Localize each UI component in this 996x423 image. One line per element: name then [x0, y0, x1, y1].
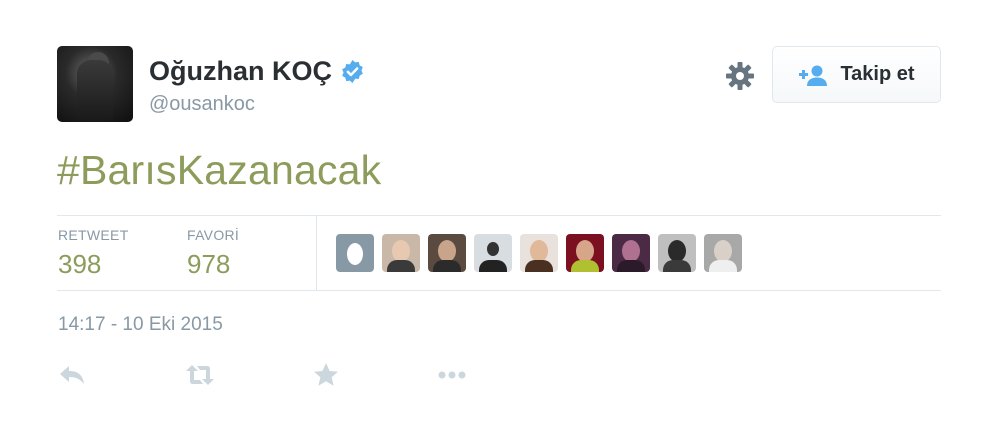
favorite-star-icon[interactable] — [311, 362, 341, 388]
gear-icon[interactable] — [724, 60, 756, 92]
more-icon[interactable] — [437, 362, 467, 388]
favorite-count: 978 — [187, 249, 231, 279]
tweet-timestamp[interactable]: 14:17 - 10 Eki 2015 — [58, 314, 223, 336]
retweet-stat[interactable]: RETWEET 398 — [58, 227, 129, 280]
verified-badge-icon — [342, 60, 363, 83]
favoriter-avatar[interactable] — [428, 234, 466, 272]
favorite-label: FAVORİ — [187, 227, 240, 243]
user-name[interactable]: Oğuzhan KOÇ — [149, 56, 365, 87]
follow-button-label: Takip et — [840, 63, 915, 85]
stats-vertical-divider — [316, 215, 317, 290]
avatar[interactable] — [57, 46, 133, 122]
favoriter-avatar[interactable] — [704, 234, 742, 272]
egg-icon — [347, 243, 363, 265]
user-name-text: Oğuzhan KOÇ — [149, 56, 332, 86]
favoriters-list — [336, 234, 742, 272]
favoriter-avatar[interactable] — [382, 234, 420, 272]
stats-bottom-divider — [57, 290, 941, 291]
default-egg-avatar[interactable] — [336, 234, 374, 272]
favoriter-avatar[interactable] — [612, 234, 650, 272]
favorite-stat[interactable]: FAVORİ 978 — [187, 227, 239, 280]
follow-button[interactable]: Takip et — [772, 46, 941, 103]
favoriter-avatar[interactable] — [566, 234, 604, 272]
favoriter-avatar[interactable] — [658, 234, 696, 272]
stats-top-divider — [57, 215, 941, 216]
favoriter-avatar[interactable] — [474, 234, 512, 272]
add-user-icon — [799, 65, 828, 86]
retweet-label: RETWEET — [58, 227, 129, 243]
retweet-icon[interactable] — [185, 362, 215, 388]
tweet-hashtag[interactable]: #BarısKazanacak — [57, 147, 381, 194]
retweet-count: 398 — [58, 249, 102, 279]
reply-icon[interactable] — [58, 362, 88, 388]
user-handle[interactable]: @ousankoc — [149, 93, 255, 116]
favoriter-avatar[interactable] — [520, 234, 558, 272]
avatar-body-shape — [77, 60, 113, 120]
